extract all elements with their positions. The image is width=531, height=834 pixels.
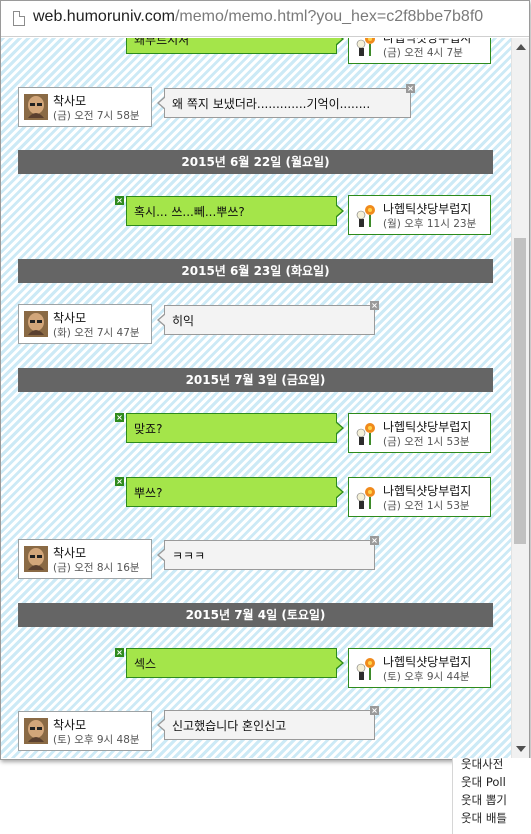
message-bubble-me: × 맞죠?: [115, 413, 344, 443]
message-bubble-them: 히익 ×: [157, 301, 379, 335]
sender-name: 나헵틱샷당부럽지: [383, 655, 472, 669]
profile-card-them[interactable]: 착사모 (화) 오전 7시 47분: [18, 304, 152, 344]
sidebar-item[interactable]: 웃대 뽑기: [461, 792, 507, 808]
url-text[interactable]: web.humoruniv.com/memo/memo.html?you_hex…: [33, 8, 483, 26]
flower-character-avatar-icon: [354, 202, 378, 228]
url-host: web.humoruniv.com: [33, 8, 175, 25]
message-bubble-them: 왜 쪽지 보냈더라.............기억이........ ×: [157, 84, 415, 118]
delete-icon[interactable]: ×: [115, 477, 124, 486]
message-time: (토) 오후 9시 44분: [383, 671, 470, 683]
profile-card-me[interactable]: 나헵틱샷당부럽지 (금) 오전 1시 53분: [348, 413, 491, 453]
scroll-down-arrow-icon[interactable]: [516, 746, 526, 752]
message-time: (월) 오후 11시 23분: [383, 218, 477, 230]
sender-name: 나헵틱샷당부럽지: [383, 484, 472, 498]
sender-name: 나헵틱샷당부럽지: [383, 420, 472, 434]
delete-icon[interactable]: ×: [115, 413, 124, 422]
address-bar[interactable]: web.humoruniv.com/memo/memo.html?you_hex…: [1, 1, 529, 37]
delete-icon[interactable]: ×: [370, 301, 379, 310]
message-text: 히익: [172, 314, 195, 328]
scroll-up-arrow-icon[interactable]: [516, 44, 526, 50]
message-text: 신고했습니다 혼인신고: [172, 719, 287, 733]
delete-icon[interactable]: ×: [115, 196, 124, 205]
sender-name: 착사모: [53, 546, 87, 560]
flower-character-avatar-icon: [354, 38, 378, 57]
message-text: 맞죠?: [134, 422, 163, 436]
profile-card-me[interactable]: 나헵틱샷당부럽지 (토) 오후 9시 44분: [348, 648, 491, 688]
bald-man-avatar-icon: [24, 718, 48, 744]
date-divider: 2015년 6월 23일 (화요일): [18, 259, 493, 283]
memo-popup-window: web.humoruniv.com/memo/memo.html?you_hex…: [0, 0, 530, 760]
delete-icon[interactable]: ×: [370, 536, 379, 545]
delete-icon[interactable]: ×: [370, 706, 379, 715]
flower-character-avatar-icon: [354, 420, 378, 446]
profile-card-them[interactable]: 착사모 (금) 오전 7시 58분: [18, 87, 152, 127]
sender-name: 착사모: [53, 311, 87, 325]
message-bubble-me: × 뿌쓰?: [115, 477, 344, 507]
page-icon: [13, 11, 25, 26]
message-text: 왜부르시셔: [134, 38, 190, 47]
message-text: 뿌쓰?: [134, 486, 163, 500]
message-time: (금) 오전 1시 53분: [383, 500, 470, 512]
sender-name: 착사모: [53, 94, 87, 108]
background-sidebar-menu: 웃대사전 웃대 Poll 웃대 뽑기 웃대 배틀: [452, 756, 531, 834]
message-text: 섹스: [134, 657, 157, 671]
sidebar-item[interactable]: 웃대 Poll: [461, 774, 506, 790]
profile-card-them[interactable]: 착사모 (토) 오후 9시 48분: [18, 711, 152, 751]
message-time: (금) 오전 4시 7분: [383, 47, 463, 59]
message-time: (토) 오후 9시 48분: [53, 734, 140, 746]
date-divider: 2015년 6월 22일 (월요일): [18, 150, 493, 174]
bald-man-avatar-icon: [24, 311, 48, 337]
message-text: 혹시... 쓰...뻬...뿌쓰?: [134, 205, 245, 219]
message-time: (금) 오전 1시 53분: [383, 436, 470, 448]
message-bubble-me: × 혹시... 쓰...뻬...뿌쓰?: [115, 196, 344, 226]
bald-man-avatar-icon: [24, 94, 48, 120]
date-divider: 2015년 7월 3일 (금요일): [18, 368, 493, 392]
profile-card-me[interactable]: 나헵틱샷당부럽지 (금) 오전 1시 53분: [348, 477, 491, 517]
sender-name: 착사모: [53, 718, 87, 732]
vertical-scrollbar[interactable]: [511, 38, 529, 758]
bald-man-avatar-icon: [24, 546, 48, 572]
profile-card-me[interactable]: 나헵틱샷당부럽지 (금) 오전 4시 7분: [348, 38, 491, 64]
memo-conversation: 왜부르시셔 나헵틱샷당부럽지 (금) 오전 4시 7분 착사모 (금) 오전 7…: [1, 38, 511, 758]
profile-card-them[interactable]: 착사모 (금) 오전 8시 16분: [18, 539, 152, 579]
url-path: /memo/memo.html?you_hex=c2f8bbe7b8f0: [174, 8, 484, 25]
message-text: 왜 쪽지 보냈더라.............기억이........: [172, 97, 371, 111]
profile-card-me[interactable]: 나헵틱샷당부럽지 (월) 오후 11시 23분: [348, 195, 491, 235]
sidebar-item[interactable]: 웃대 배틀: [461, 810, 507, 826]
scrollbar-thumb[interactable]: [514, 238, 526, 544]
flower-character-avatar-icon: [354, 655, 378, 681]
message-time: (금) 오전 7시 58분: [53, 110, 140, 122]
message-bubble-them: ㅋㅋㅋ ×: [157, 536, 379, 570]
message-bubble-me: × 섹스: [115, 648, 344, 678]
message-bubble-them: 신고했습니다 혼인신고 ×: [157, 706, 379, 740]
message-text: ㅋㅋㅋ: [172, 549, 206, 563]
flower-character-avatar-icon: [354, 484, 378, 510]
message-bubble-me: 왜부르시셔: [126, 38, 344, 54]
delete-icon[interactable]: ×: [115, 648, 124, 657]
delete-icon[interactable]: ×: [406, 84, 415, 93]
message-time: (화) 오전 7시 47분: [53, 327, 140, 339]
sender-name: 나헵틱샷당부럽지: [383, 202, 472, 216]
message-time: (금) 오전 8시 16분: [53, 562, 140, 574]
date-divider: 2015년 7월 4일 (토요일): [18, 603, 493, 627]
sidebar-item[interactable]: 웃대사전: [461, 756, 503, 772]
